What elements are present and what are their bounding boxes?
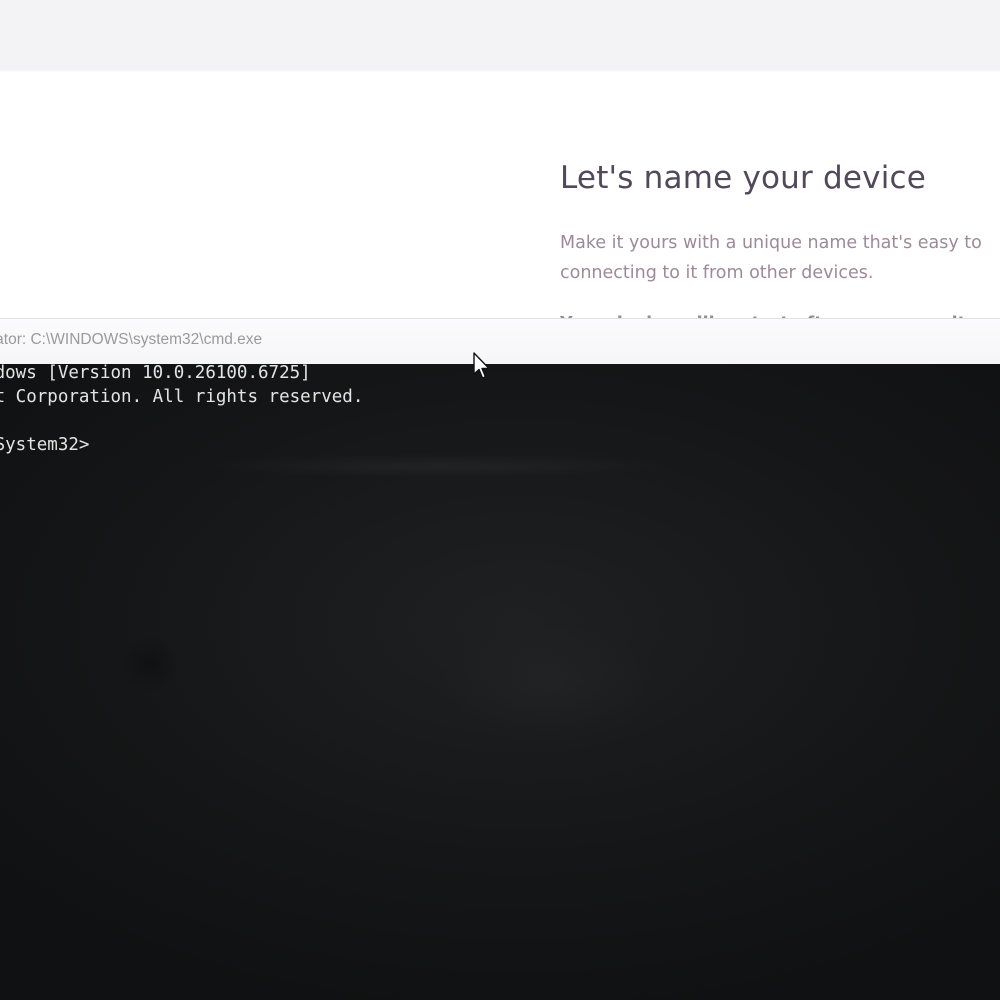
console-area[interactable]: Windows [Version 10.0.26100.6725] soft Co…	[0, 361, 1000, 1000]
screen-smudge	[120, 634, 180, 694]
command-prompt-window[interactable]: rator: C:\WINDOWS\system32\cmd.exe Windo…	[0, 318, 1000, 1000]
page-title: Let's name your device	[560, 160, 927, 196]
console-line: soft Corporation. All rights reserved.	[0, 387, 364, 407]
device-setup-page: Let's name your device Make it yours wit…	[0, 0, 1000, 330]
screen-smudge	[440, 624, 660, 744]
screen-smudge	[200, 454, 670, 478]
setup-description-line: connecting to it from other devices.	[560, 263, 874, 283]
console-output: Windows [Version 10.0.26100.6725] soft Co…	[0, 361, 363, 457]
window-titlebar[interactable]: rator: C:\WINDOWS\system32\cmd.exe	[0, 318, 1000, 364]
setup-description-line: Make it yours with a unique name that's …	[560, 233, 982, 253]
mouse-pointer-icon	[473, 352, 490, 379]
window-title: rator: C:\WINDOWS\system32\cmd.exe	[0, 331, 263, 348]
setup-description: Make it yours with a unique name that's …	[560, 228, 1000, 288]
console-prompt[interactable]: C:\System32>	[0, 433, 363, 457]
console-line: Windows [Version 10.0.26100.6725]	[0, 363, 311, 383]
screen: Let's name your device Make it yours wit…	[0, 0, 1000, 1000]
